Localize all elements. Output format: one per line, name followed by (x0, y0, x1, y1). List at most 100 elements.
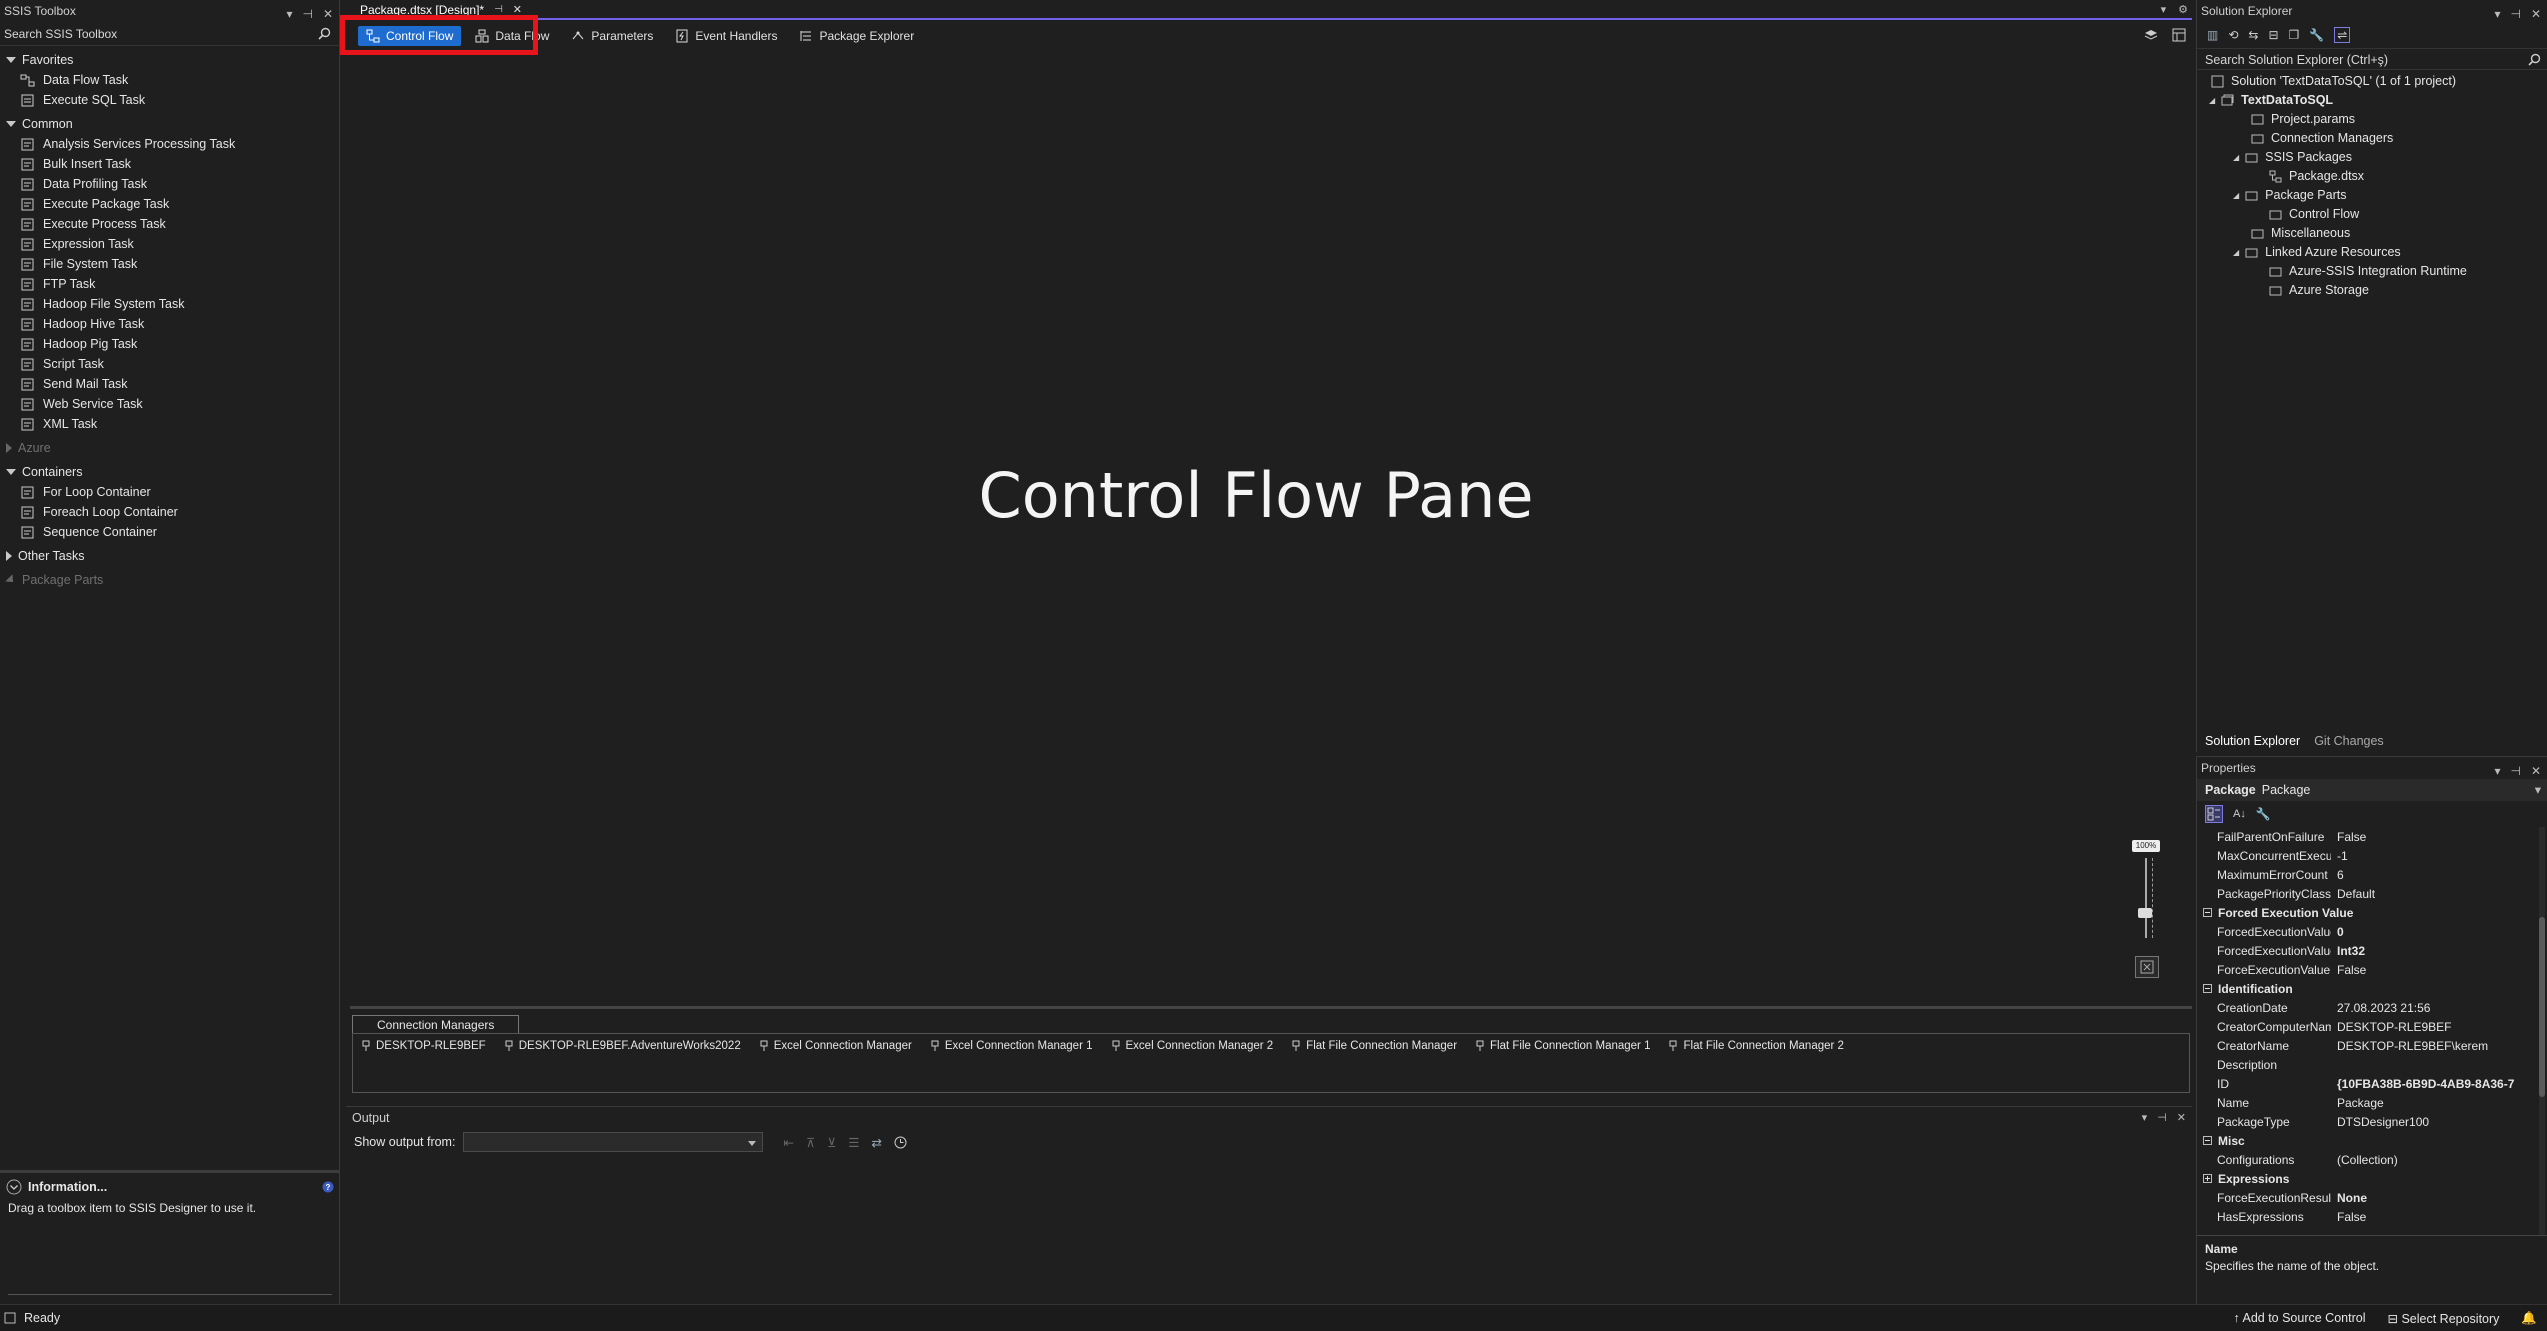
settings-icon[interactable]: ⚙ (2178, 3, 2188, 16)
property-value[interactable]: (Collection) (2331, 1153, 2547, 1167)
property-row[interactable]: MaxConcurrentExecutal-1 (2197, 846, 2547, 865)
switch-views-icon[interactable]: ▥ (2207, 28, 2218, 42)
tab-git-changes[interactable]: Git Changes (2314, 734, 2383, 748)
connection-manager-item[interactable]: DESKTOP-RLE9BEF.AdventureWorks2022 (504, 1040, 741, 1052)
tool-item[interactable]: Script Task (0, 354, 339, 374)
connection-manager-item[interactable]: DESKTOP-RLE9BEF (361, 1040, 486, 1052)
tree-package-dtsx[interactable]: Package.dtsx (2197, 167, 2547, 186)
property-row[interactable]: Configurations (Collection) (2197, 1150, 2547, 1169)
search-icon[interactable] (2528, 53, 2541, 66)
group-other-tasks[interactable]: Other Tasks (0, 546, 339, 566)
property-row[interactable]: HasExpressions False (2197, 1207, 2547, 1226)
property-row[interactable]: ID {10FBA38B-6B9D-4AB9-8A36-7 (2197, 1074, 2547, 1093)
tab-solution-explorer[interactable]: Solution Explorer (2205, 734, 2300, 748)
select-repository-button[interactable]: ⊟ Select Repository (2387, 1311, 2499, 1326)
add-to-source-control-button[interactable]: ↑ Add to Source Control (2233, 1311, 2365, 1325)
tool-item[interactable]: FTP Task (0, 274, 339, 294)
toolbox-search-input[interactable]: Search SSIS Toolbox (0, 22, 339, 46)
tool-item[interactable]: Expression Task (0, 234, 339, 254)
categorized-icon[interactable] (2205, 805, 2223, 823)
property-value[interactable]: -1 (2331, 849, 2547, 863)
property-row[interactable]: CreatorComputerName DESKTOP-RLE9BEF (2197, 1017, 2547, 1036)
tree-linked-azure[interactable]: ◢ Linked Azure Resources (2197, 243, 2547, 262)
property-row[interactable]: PackageType DTSDesigner100 (2197, 1112, 2547, 1131)
container-item[interactable]: For Loop Container (0, 482, 339, 502)
tree-azure-storage[interactable]: Azure Storage (2197, 281, 2547, 300)
tool-item[interactable]: Hadoop Pig Task (0, 334, 339, 354)
tree-ssis-packages[interactable]: ◢ SSIS Packages (2197, 148, 2547, 167)
tree-project-params[interactable]: Project.params (2197, 110, 2547, 129)
property-row[interactable]: CreationDate 27.08.2023 21:56 (2197, 998, 2547, 1017)
property-value[interactable]: False (2331, 963, 2547, 977)
group-common[interactable]: Common (0, 114, 339, 134)
property-category[interactable]: Forced Execution Value (2197, 903, 2547, 922)
solution-search-input[interactable]: Search Solution Explorer (Ctrl+ş) (2197, 48, 2547, 70)
property-row[interactable]: ForceExecutionResult None (2197, 1188, 2547, 1207)
tool-item[interactable]: Web Service Task (0, 394, 339, 414)
property-value[interactable]: DTSDesigner100 (2331, 1115, 2547, 1129)
zoom-control[interactable]: 100% (2132, 840, 2162, 980)
word-wrap-icon[interactable]: ⇄ (871, 1135, 881, 1150)
property-value[interactable]: Default (2331, 887, 2547, 901)
property-value[interactable]: 27.08.2023 21:56 (2331, 1001, 2547, 1015)
variables-icon[interactable] (2172, 28, 2186, 42)
notifications-icon[interactable]: 🔔 (2521, 1311, 2537, 1326)
group-favorites[interactable]: Favorites (0, 50, 339, 70)
collapse-all-icon[interactable]: ⊟ (2268, 28, 2278, 42)
connection-manager-item[interactable]: Excel Connection Manager (759, 1040, 912, 1052)
tool-execute-sql-task[interactable]: Execute SQL Task (0, 90, 339, 110)
history-icon[interactable]: ⟲ (2228, 28, 2238, 42)
property-value[interactable]: DESKTOP-RLE9BEF (2331, 1020, 2547, 1034)
tool-item[interactable]: Send Mail Task (0, 374, 339, 394)
alphabetical-icon[interactable]: A↓ (2233, 808, 2246, 820)
clock-icon[interactable] (894, 1136, 907, 1149)
tool-item[interactable]: File System Task (0, 254, 339, 274)
pin-icon[interactable]: ⊣ (2510, 3, 2520, 25)
tool-item[interactable]: Execute Process Task (0, 214, 339, 234)
connection-manager-item[interactable]: Flat File Connection Manager 1 (1475, 1040, 1650, 1052)
tool-data-flow-task[interactable]: Data Flow Task (0, 70, 339, 90)
property-row[interactable]: CreatorName DESKTOP-RLE9BEF\kerem (2197, 1036, 2547, 1055)
collapse-icon[interactable] (2203, 908, 2212, 917)
property-value[interactable]: Package (2331, 1096, 2547, 1110)
property-value[interactable]: {10FBA38B-6B9D-4AB9-8A36-7 (2331, 1077, 2547, 1091)
connection-manager-item[interactable]: Excel Connection Manager 2 (1111, 1040, 1273, 1052)
property-value[interactable]: None (2331, 1191, 2547, 1205)
output-source-select[interactable] (463, 1132, 764, 1152)
clear-all-icon[interactable]: ☰ (848, 1135, 859, 1150)
search-icon[interactable] (318, 27, 331, 40)
tree-package-parts[interactable]: ◢ Package Parts (2197, 186, 2547, 205)
property-scrollbar[interactable] (2539, 827, 2545, 1235)
property-category[interactable]: Expressions (2197, 1169, 2547, 1188)
dropdown-icon[interactable]: ▾ (2142, 1111, 2148, 1124)
chevron-down-icon[interactable]: ▾ (2535, 779, 2541, 801)
tab-package-explorer[interactable]: Package Explorer (791, 26, 922, 46)
property-value[interactable]: False (2331, 1210, 2547, 1224)
tab-overflow-icon[interactable]: ▾ (2161, 3, 2167, 16)
tab-event-handlers[interactable]: Event Handlers (667, 26, 785, 46)
property-row[interactable]: PackagePriorityClass Default (2197, 884, 2547, 903)
close-icon[interactable]: ✕ (2531, 3, 2541, 25)
connection-managers-list[interactable]: DESKTOP-RLE9BEF DESKTOP-RLE9BEF.Adventure… (352, 1033, 2190, 1093)
property-value[interactable]: 0 (2331, 925, 2547, 939)
layers-icon[interactable] (2144, 28, 2158, 42)
pin-icon[interactable]: ⊣ (2157, 1111, 2167, 1124)
group-azure[interactable]: Azure (0, 438, 339, 458)
tree-project[interactable]: ◢ TextDataToSQL (2197, 91, 2547, 110)
property-row[interactable]: ForcedExecutionValue 0 (2197, 922, 2547, 941)
collapse-circle-icon[interactable] (6, 1179, 22, 1195)
property-category[interactable]: Misc (2197, 1131, 2547, 1150)
tool-item[interactable]: Hadoop Hive Task (0, 314, 339, 334)
property-value[interactable]: Int32 (2331, 944, 2547, 958)
tool-item[interactable]: XML Task (0, 414, 339, 434)
property-category[interactable]: Identification (2197, 979, 2547, 998)
property-row[interactable]: ForcedExecutionValueTyInt32 (2197, 941, 2547, 960)
tool-item[interactable]: Hadoop File System Task (0, 294, 339, 314)
property-row[interactable]: ForceExecutionValue False (2197, 960, 2547, 979)
tool-item[interactable]: Bulk Insert Task (0, 154, 339, 174)
property-value[interactable]: False (2331, 830, 2547, 844)
collapse-icon[interactable] (2203, 1136, 2212, 1145)
property-value[interactable]: DESKTOP-RLE9BEF\kerem (2331, 1039, 2547, 1053)
tool-item[interactable]: Analysis Services Processing Task (0, 134, 339, 154)
dropdown-icon[interactable]: ▾ (2494, 3, 2500, 25)
